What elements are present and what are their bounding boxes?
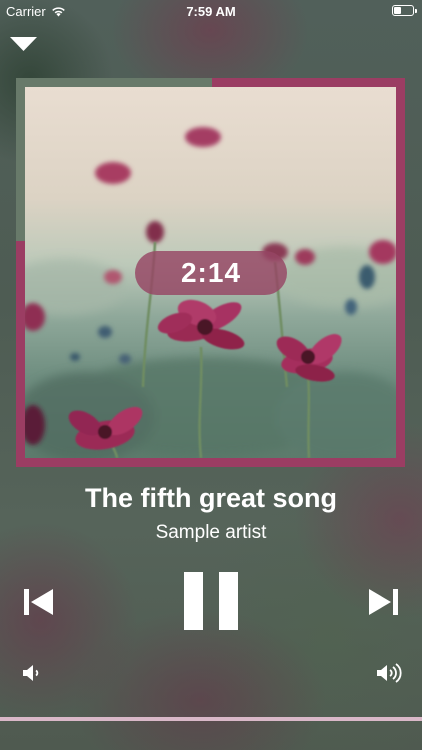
collapse-player-button[interactable] — [10, 36, 37, 52]
skip-back-icon — [24, 589, 53, 615]
skip-forward-icon — [369, 589, 398, 615]
chevron-down-icon — [10, 37, 37, 51]
speaker-high-icon — [377, 663, 402, 683]
pause-icon — [184, 572, 238, 630]
artist-name: Sample artist — [155, 522, 267, 543]
pause-button[interactable] — [182, 570, 240, 632]
speaker-low-icon — [23, 665, 39, 681]
elapsed-time-badge: 2:14 — [135, 251, 287, 295]
status-time: 7:59 AM — [186, 4, 236, 19]
song-title: The fifth great song — [85, 483, 337, 513]
status-bar: Carrier 7:59 AM — [0, 0, 422, 22]
volume-up-button[interactable] — [376, 662, 404, 684]
next-track-button[interactable] — [366, 587, 400, 617]
progress-bar[interactable] — [0, 717, 422, 721]
previous-track-button[interactable] — [22, 587, 56, 617]
volume-down-button[interactable] — [22, 663, 44, 683]
battery-level — [394, 7, 401, 14]
progress-fill — [0, 717, 422, 721]
battery-icon — [392, 5, 417, 16]
